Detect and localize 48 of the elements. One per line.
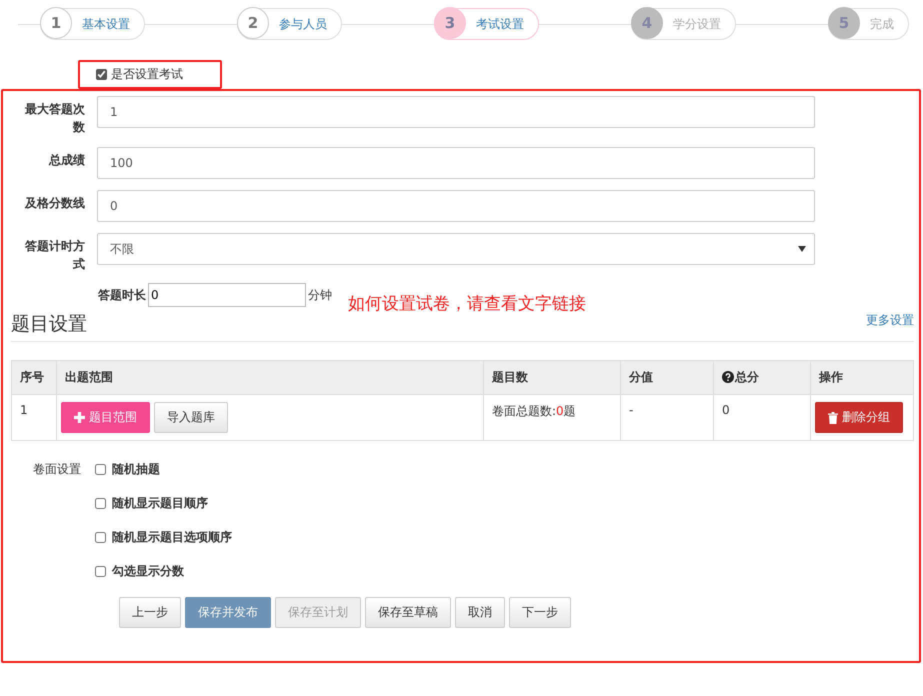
field-label: 答题时长 (98, 286, 146, 304)
checkbox-label: 随机抽题 (112, 460, 160, 478)
column-header: 题目数 (484, 360, 620, 394)
trash-icon (828, 412, 838, 424)
checkbox-label: 随机显示题目顺序 (112, 494, 208, 512)
action-button[interactable]: 取消 (455, 597, 505, 628)
field-label: 卷面设置 (33, 461, 82, 478)
checkbox[interactable] (95, 498, 106, 508)
action-button[interactable]: 上一步 (119, 597, 181, 628)
unit-label: 分钟 (308, 286, 332, 304)
field-label: 答题计时方式 (24, 238, 85, 273)
select-field[interactable]: 不限 (97, 233, 815, 265)
column-header: 操作 (810, 360, 914, 394)
step-item[interactable]: 1 基本设置 (40, 8, 145, 40)
action-button[interactable]: 下一步 (509, 597, 571, 628)
column-header: 分值 (620, 360, 714, 394)
column-header: 出题范围 (56, 360, 484, 394)
field-label: 总成绩 (48, 152, 85, 169)
checkbox-label: 勾选显示分数 (112, 562, 184, 580)
checkbox[interactable] (95, 532, 106, 542)
column-header: 总分 (714, 360, 810, 394)
step-item[interactable]: 3 考试设置 (434, 8, 539, 40)
checkbox[interactable] (96, 69, 107, 80)
checkbox-label: 随机显示题目选项顺序 (112, 528, 232, 546)
input-field[interactable]: 100 (97, 147, 815, 179)
section-title: 题目设置 (11, 312, 87, 337)
checkbox[interactable] (95, 464, 106, 474)
table-cell: 1 (12, 394, 56, 440)
delete-group-button[interactable]: 删除分组 (815, 402, 903, 433)
caret-icon (798, 246, 806, 252)
annotation-text: 如何设置试卷，请查看文字链接 (348, 292, 586, 314)
action-button[interactable]: 保存至草稿 (365, 597, 451, 628)
field-label: 及格分数线 (24, 195, 85, 212)
import-bank-button[interactable]: 导入题库 (154, 402, 228, 433)
input-field[interactable]: 0 (97, 190, 815, 222)
table-cell: 0 (714, 394, 810, 440)
table-cell: 卷面总题数:0题 (484, 394, 620, 440)
column-header: 序号 (12, 360, 56, 394)
field-label: 最大答题次数 (24, 101, 85, 136)
input-field[interactable]: 0 (148, 283, 306, 307)
plus-icon (74, 412, 85, 423)
checkbox-label: 是否设置考试 (111, 66, 183, 83)
checkbox[interactable] (95, 566, 106, 576)
more-settings-link[interactable]: 更多设置 (866, 312, 914, 337)
step-item[interactable]: 2 参与人员 (237, 8, 342, 40)
table-cell: - (620, 394, 714, 440)
input-field[interactable]: 1 (97, 96, 815, 128)
help-icon (722, 371, 734, 383)
